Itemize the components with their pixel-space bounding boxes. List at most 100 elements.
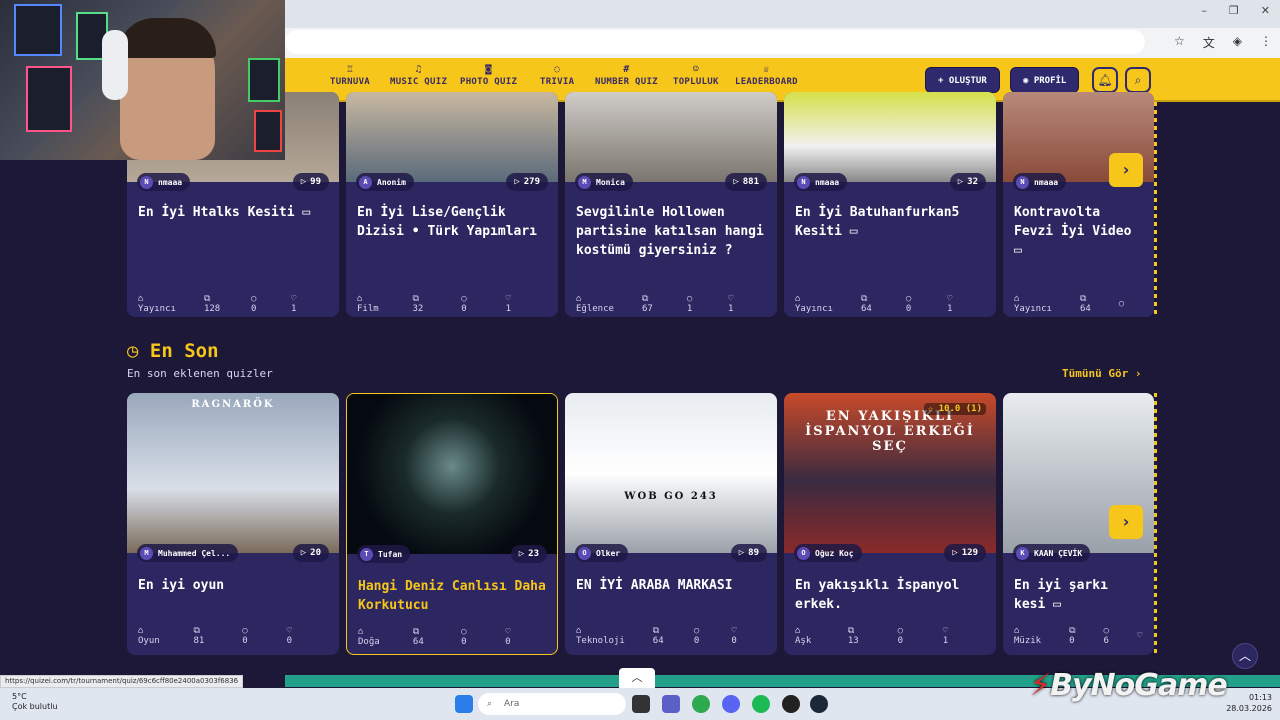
quiz-thumbnail[interactable] bbox=[347, 394, 557, 554]
question-count: ⧉ 32 bbox=[412, 294, 424, 314]
category[interactable]: ⌂ Eğlence bbox=[576, 294, 628, 314]
quiz-title[interactable]: En iyi şarkı kesi ▭ bbox=[1014, 576, 1146, 614]
chevron-up-icon[interactable]: ︿ bbox=[619, 668, 655, 688]
author-chip[interactable]: Nnmaaa bbox=[794, 173, 848, 191]
quiz-thumbnail[interactable]: EN YAKIŞIKLI İSPANYOL ERKEĞİ SEÇ bbox=[784, 393, 996, 553]
see-all-link[interactable]: Tümünü Gör › bbox=[1062, 367, 1141, 380]
quiz-card[interactable]: T Tufan ▷ 23 Hangi Deniz Canlısı Daha Korkut… bbox=[346, 393, 558, 655]
tag-icon: ⌂ bbox=[138, 626, 144, 636]
carousel-next-button[interactable]: › bbox=[1109, 153, 1143, 187]
quiz-thumbnail[interactable] bbox=[784, 92, 996, 182]
quiz-card[interactable]: Nnmaaa ▷ 32 En İyi Batuhanfurkan5 Kesiti ▭ ⌂… bbox=[784, 92, 996, 317]
time: 01:13 bbox=[1248, 693, 1272, 702]
category[interactable]: ⌂ Yayıncı bbox=[795, 294, 847, 314]
restore-icon[interactable]: ❐ bbox=[1229, 4, 1239, 17]
category[interactable]: ⌂ Yayıncı bbox=[1014, 294, 1066, 314]
author-chip[interactable]: Nnmaaa bbox=[1013, 173, 1067, 191]
weather-widget[interactable]: 5°C Çok bulutlu bbox=[12, 692, 58, 712]
category[interactable]: ⌂ Teknoloji bbox=[576, 626, 639, 646]
category[interactable]: ⌂ Film bbox=[357, 294, 399, 314]
quiz-title[interactable]: En İyi Batuhanfurkan5 Kesiti ▭ bbox=[795, 203, 988, 241]
nav-item-topluluk[interactable]: ☺ TOPLULUK bbox=[673, 64, 719, 87]
quiz-thumbnail[interactable] bbox=[565, 92, 777, 182]
like-count[interactable]: ♡ 1 bbox=[728, 294, 755, 314]
category[interactable]: ⌂ Yayıncı bbox=[138, 294, 190, 314]
nav-item-photo-quiz[interactable]: ◙ PHOTO QUIZ bbox=[460, 64, 517, 87]
create-button[interactable]: + OLUŞTUR bbox=[925, 67, 1000, 93]
taskbar-search[interactable]: ⌕ Ara bbox=[478, 693, 626, 715]
author-chip[interactable]: Nnmaaa bbox=[137, 173, 191, 191]
quiz-title[interactable]: En iyi oyun bbox=[138, 576, 331, 595]
author-chip[interactable]: M Monica bbox=[575, 173, 633, 191]
like-count[interactable]: ♡ 1 bbox=[947, 294, 974, 314]
avatar: O bbox=[578, 546, 591, 560]
quiz-title[interactable]: Kontravolta Fevzi İyi Video ▭ bbox=[1014, 203, 1146, 260]
like-count[interactable]: ♡ 0 bbox=[287, 626, 317, 646]
quiz-card[interactable]: EN YAKIŞIKLI İSPANYOL ERKEĞİ SEÇ ☆ 10.0 (… bbox=[784, 393, 996, 655]
bookmark-star-icon[interactable]: ☆ bbox=[1174, 34, 1185, 51]
nav-item-music-quiz[interactable]: ♫ MUSIC QUIZ bbox=[390, 64, 447, 87]
discord-icon[interactable] bbox=[722, 695, 740, 713]
quiz-title[interactable]: En İyi Htalks Kesiti ▭ bbox=[138, 203, 331, 222]
quiz-title[interactable]: Hangi Deniz Canlısı Daha Korkutucu bbox=[358, 577, 549, 615]
author-chip[interactable]: A Anonim bbox=[356, 173, 414, 191]
thumbnail-text: EN YAKIŞIKLI İSPANYOL ERKEĞİ SEÇ bbox=[805, 409, 975, 454]
browser-menu-icon[interactable]: ⋮ bbox=[1260, 34, 1272, 51]
author-chip[interactable]: M Muhammed Çel... bbox=[137, 544, 239, 562]
nav-item-leaderboard[interactable]: ♕ LEADERBOARD bbox=[735, 64, 798, 87]
date: 28.03.2026 bbox=[1226, 704, 1272, 713]
like-count[interactable]: ♡ 1 bbox=[506, 294, 536, 314]
like-count[interactable]: ♡ 0 bbox=[505, 627, 535, 647]
spotify-icon[interactable] bbox=[752, 695, 770, 713]
translate-icon[interactable]: 文 bbox=[1203, 34, 1215, 51]
quiz-card[interactable]: RAGNARÖK M Muhammed Çel... ▷ 20 En iyi oyun ⌂ … bbox=[127, 393, 339, 655]
like-count[interactable]: ♡ 1 bbox=[943, 626, 974, 646]
category[interactable]: ⌂ Aşk bbox=[795, 626, 834, 646]
extension-icon[interactable]: ◈ bbox=[1233, 34, 1242, 51]
comment-icon: ○ bbox=[1118, 299, 1125, 309]
close-icon[interactable]: ✕ bbox=[1261, 4, 1270, 17]
tag-icon: ⌂ bbox=[795, 294, 801, 304]
like-count[interactable]: ♡ 1 bbox=[291, 294, 317, 314]
quiz-card[interactable]: WOB GO 243 O Olker ▷ 89 EN İYİ ARABA MARKASI ⌂… bbox=[565, 393, 777, 655]
quiz-title[interactable]: EN İYİ ARABA MARKASI bbox=[576, 576, 769, 595]
search-icon[interactable]: ⌕ bbox=[1125, 67, 1151, 93]
teams-icon[interactable] bbox=[662, 695, 680, 713]
category[interactable]: ⌂ Müzik bbox=[1014, 626, 1055, 646]
steam-icon[interactable] bbox=[810, 695, 828, 713]
category[interactable]: ⌂ Doğa bbox=[358, 627, 399, 647]
author-chip[interactable]: O Olker bbox=[575, 544, 629, 562]
like-count[interactable]: ♡ 0 bbox=[731, 626, 755, 646]
author-chip[interactable]: K KAAN ÇEVİK bbox=[1013, 544, 1091, 562]
quiz-meta: ⌂ Yayıncı ⧉ 128 ○ 0 ♡ 1 bbox=[138, 294, 331, 314]
avatar: N bbox=[140, 175, 153, 189]
like-count[interactable]: ♡ bbox=[1137, 631, 1154, 641]
clock[interactable]: 01:13 28.03.2026 bbox=[1226, 692, 1272, 714]
minimize-icon[interactable]: – bbox=[1201, 4, 1207, 17]
question-count: ⧉ 67 bbox=[641, 294, 653, 314]
quiz-card[interactable]: M Monica ▷ 881 Sevgilinle Hollowen partisine… bbox=[565, 92, 777, 317]
nav-item-turnuva[interactable]: ♖ TURNUVA bbox=[330, 64, 370, 87]
quiz-card[interactable]: A Anonim ▷ 279 En İyi Lise/Gençlik Dizisi • … bbox=[346, 92, 558, 317]
author-chip[interactable]: O Oğuz Koç bbox=[794, 544, 862, 562]
profile-button[interactable]: ◉ PROFİL bbox=[1010, 67, 1080, 93]
quiz-thumbnail[interactable]: WOB GO 243 bbox=[565, 393, 777, 553]
quiz-title[interactable]: En İyi Lise/Gençlik Dizisi • Türk Yapıml… bbox=[357, 203, 550, 241]
author-chip[interactable]: T Tufan bbox=[357, 545, 411, 563]
bell-icon[interactable]: 🔔︎ bbox=[1092, 67, 1118, 93]
obs-icon[interactable] bbox=[782, 695, 800, 713]
quiz-thumbnail[interactable]: RAGNARÖK bbox=[127, 393, 339, 553]
scroll-to-top-button[interactable]: ︿ bbox=[1232, 643, 1258, 669]
quiz-thumbnail[interactable] bbox=[346, 92, 558, 182]
quiz-title[interactable]: En yakışıklı İspanyol erkek. bbox=[795, 576, 988, 614]
address-bar[interactable] bbox=[285, 30, 1145, 54]
quiz-title[interactable]: Sevgilinle Hollowen partisine katılsan h… bbox=[576, 203, 769, 260]
nav-item-trivia[interactable]: ◌ TRIVIA bbox=[540, 64, 574, 87]
chrome-icon[interactable] bbox=[692, 695, 710, 713]
task-view-icon[interactable] bbox=[632, 695, 650, 713]
category[interactable]: ⌂ Oyun bbox=[138, 626, 180, 646]
quiz-card[interactable]: Nnmaaa Kontravolta Fevzi İyi Video ▭ ⌂ Yay… bbox=[1003, 92, 1154, 317]
start-icon[interactable] bbox=[455, 695, 473, 713]
nav-item-number-quiz[interactable]: # NUMBER QUIZ bbox=[595, 64, 658, 87]
carousel-next-button[interactable]: › bbox=[1109, 505, 1143, 539]
